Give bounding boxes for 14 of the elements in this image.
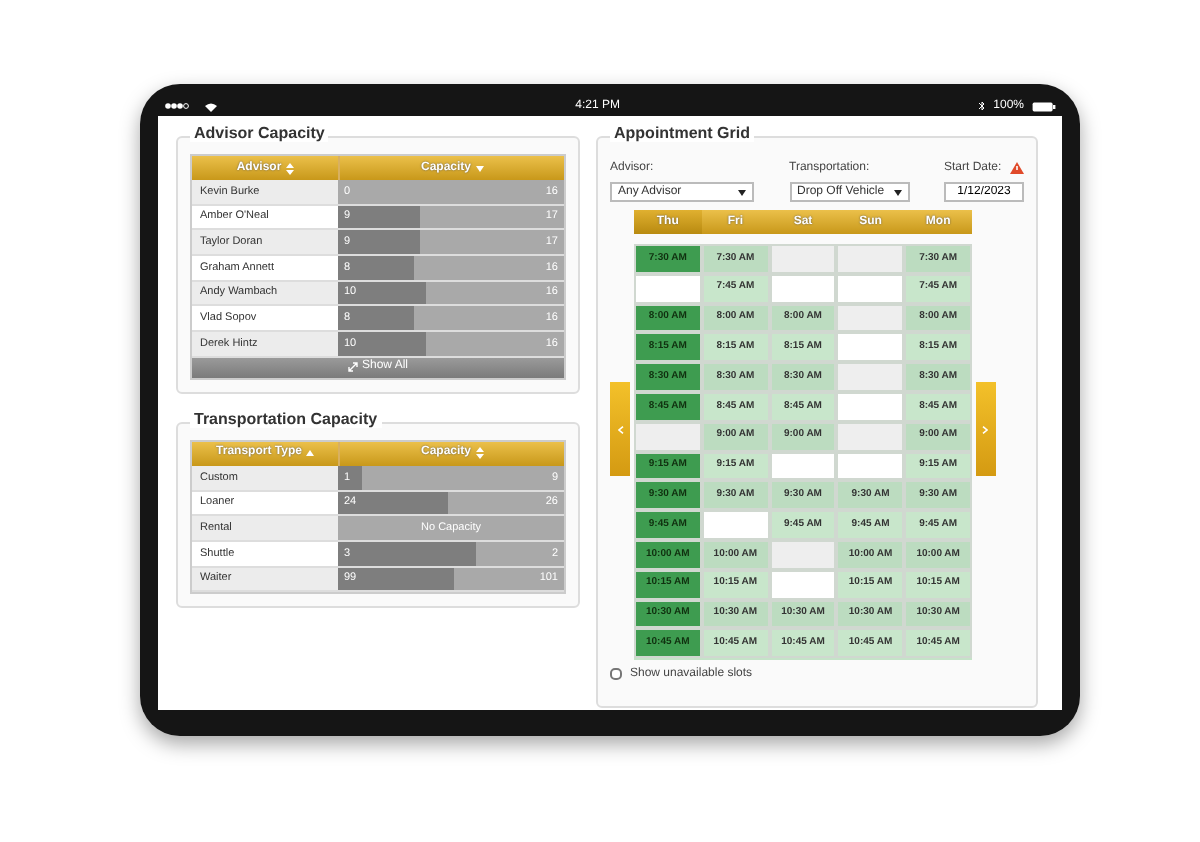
panel-title: Transportation Capacity bbox=[190, 411, 382, 428]
dropdown-arrow-icon bbox=[738, 189, 746, 195]
bluetooth-icon bbox=[977, 100, 986, 112]
previous-button[interactable] bbox=[610, 382, 630, 476]
next-button[interactable] bbox=[975, 382, 996, 476]
chevron-right-icon bbox=[982, 425, 989, 433]
dropdown-arrow-icon bbox=[893, 189, 901, 195]
battery-icon bbox=[1032, 101, 1056, 111]
wifi-icon bbox=[204, 101, 218, 111]
chevron-left-icon bbox=[617, 425, 623, 433]
checkbox[interactable] bbox=[610, 668, 622, 680]
panel-title: Advisor Capacity bbox=[190, 126, 329, 142]
expand-icon bbox=[347, 362, 358, 373]
panel-title: Appointment Grid bbox=[610, 126, 754, 142]
